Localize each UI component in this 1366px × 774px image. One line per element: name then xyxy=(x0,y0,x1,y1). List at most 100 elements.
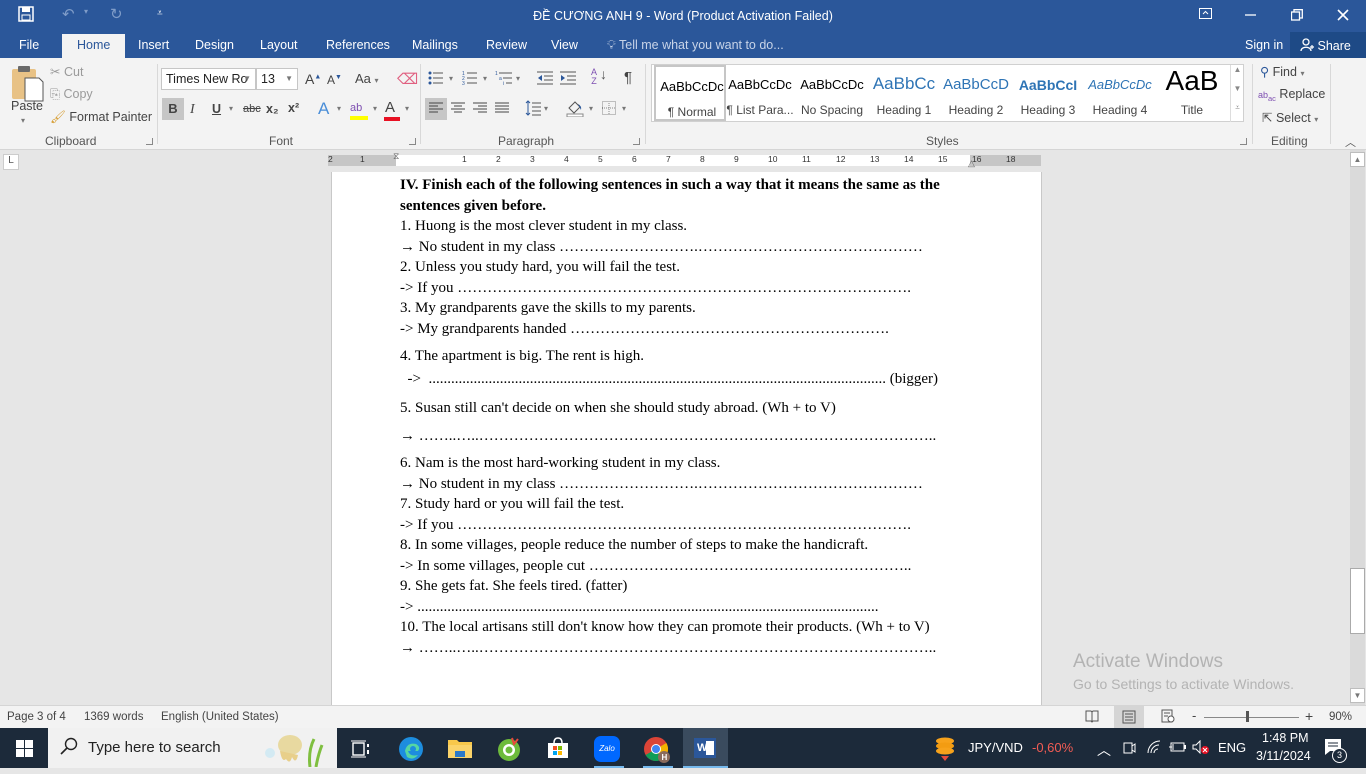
font-size-select[interactable]: 13 ▼ xyxy=(256,68,298,90)
tell-me-box[interactable]: 💡︎ Tell me what you want to do... xyxy=(607,38,784,53)
tab-selector[interactable]: L xyxy=(3,154,19,170)
scroll-down-icon[interactable]: ▼ xyxy=(1350,688,1365,703)
paste-dropdown-icon[interactable]: ▾ xyxy=(21,116,25,125)
tab-design[interactable]: Design xyxy=(195,38,234,52)
italic-button[interactable]: I xyxy=(190,102,195,118)
edge-icon[interactable] xyxy=(398,736,424,762)
document-body[interactable]: IV. Finish each of the following sentenc… xyxy=(400,175,1000,658)
ribbon-display-options-icon[interactable] xyxy=(1190,5,1220,23)
clock-date[interactable]: 3/11/2024 xyxy=(1256,749,1311,763)
shrink-font-button[interactable]: A▼ xyxy=(327,73,342,87)
restore-button[interactable] xyxy=(1282,5,1312,25)
wifi-icon[interactable] xyxy=(1146,740,1162,757)
horizontal-ruler[interactable]: 2 1 1 2 3 4 5 6 7 8 9 10 11 12 13 14 15 16 18 xyxy=(328,154,1041,166)
taskbar-search[interactable]: Type here to search xyxy=(48,728,337,768)
first-line-indent-marker[interactable]: ⧖ xyxy=(393,151,399,162)
zoom-out-button[interactable]: - xyxy=(1192,708,1196,723)
underline-dropdown-icon[interactable]: ▾ xyxy=(229,104,233,113)
subscript-button[interactable]: x₂ xyxy=(266,102,279,116)
superscript-button[interactable]: x² xyxy=(288,101,299,115)
borders-icon[interactable] xyxy=(602,101,616,118)
font-color-dropdown-icon[interactable]: ▾ xyxy=(405,104,409,113)
microsoft-store-icon[interactable] xyxy=(545,736,571,762)
format-painter-button[interactable]: 🖌︎ Format Painter xyxy=(50,110,152,125)
tab-home[interactable]: Home xyxy=(62,34,126,58)
language-indicator[interactable]: English (United States) xyxy=(161,711,279,723)
read-mode-icon[interactable] xyxy=(1085,709,1099,726)
tab-file[interactable]: File xyxy=(19,38,39,52)
coc-coc-browser-icon[interactable] xyxy=(496,736,522,762)
bold-button[interactable]: B xyxy=(162,98,184,120)
multilevel-dropdown-icon[interactable]: ▾ xyxy=(516,74,520,83)
tab-insert[interactable]: Insert xyxy=(138,38,169,52)
align-right-icon[interactable] xyxy=(473,101,487,118)
minimize-button[interactable] xyxy=(1235,5,1265,24)
task-view-icon[interactable] xyxy=(348,736,374,762)
shading-dropdown-icon[interactable]: ▾ xyxy=(589,104,593,113)
text-effects-dropdown-icon[interactable]: ▾ xyxy=(337,104,341,113)
select-button[interactable]: ⇱ Select ▾ xyxy=(1262,110,1318,125)
style-list-paragraph[interactable]: AaBbCcDc ¶ List Para... xyxy=(724,65,796,121)
currency-widget-icon[interactable] xyxy=(934,736,956,765)
find-button[interactable]: ⚲ Find ▾ xyxy=(1260,64,1304,79)
scrollbar-thumb[interactable] xyxy=(1350,568,1365,634)
replace-button[interactable]: abac Replace xyxy=(1258,87,1325,103)
collapse-ribbon-icon[interactable]: ︿ xyxy=(1345,134,1356,150)
numbering-icon[interactable]: 123 xyxy=(462,70,478,89)
line-spacing-dropdown-icon[interactable]: ▾ xyxy=(544,104,548,113)
style-title[interactable]: AaB Title xyxy=(1156,65,1228,121)
paste-button[interactable]: Paste xyxy=(11,99,43,113)
show-formatting-marks-button[interactable]: ¶ xyxy=(624,69,632,86)
battery-icon[interactable] xyxy=(1169,740,1187,757)
currency-pair[interactable]: JPY/VND xyxy=(968,740,1023,755)
show-hidden-icons-chevron-icon[interactable]: ︿ xyxy=(1097,740,1111,760)
decrease-indent-icon[interactable] xyxy=(537,70,553,89)
justify-icon[interactable] xyxy=(495,101,509,118)
style-heading-2[interactable]: AaBbCcD Heading 2 xyxy=(940,65,1012,121)
vertical-scrollbar[interactable]: ▲ ▼ xyxy=(1349,150,1366,705)
scroll-up-icon[interactable]: ▲ xyxy=(1350,152,1365,167)
style-heading-1[interactable]: AaBbCc Heading 1 xyxy=(868,65,940,121)
cut-button[interactable]: ✂ Cut xyxy=(50,64,83,79)
zoom-in-button[interactable]: + xyxy=(1305,708,1313,724)
styles-scroll-up-icon[interactable]: ▲ xyxy=(1230,65,1244,84)
style-heading-3[interactable]: AaBbCcI Heading 3 xyxy=(1012,65,1084,121)
zoom-slider[interactable] xyxy=(1204,717,1299,718)
file-explorer-icon[interactable] xyxy=(447,736,473,762)
paragraph-dialog-launcher[interactable] xyxy=(633,138,640,145)
borders-dropdown-icon[interactable]: ▾ xyxy=(622,104,626,113)
multilevel-list-icon[interactable]: 1ai xyxy=(495,70,513,89)
styles-scroll-down-icon[interactable]: ▼ xyxy=(1230,84,1244,103)
style-heading-4[interactable]: AaBbCcDc Heading 4 xyxy=(1084,65,1156,121)
volume-muted-icon[interactable] xyxy=(1192,739,1210,757)
clear-formatting-icon[interactable]: ⌫ xyxy=(397,70,418,88)
close-button[interactable] xyxy=(1328,5,1358,25)
align-left-icon[interactable] xyxy=(425,98,447,120)
chrome-icon[interactable]: H xyxy=(643,736,670,763)
page-indicator[interactable]: Page 3 of 4 xyxy=(7,711,66,723)
bullets-dropdown-icon[interactable]: ▾ xyxy=(449,74,453,83)
text-effects-icon[interactable]: A xyxy=(318,99,329,119)
clock-time[interactable]: 1:48 PM xyxy=(1262,731,1309,745)
font-dialog-launcher[interactable] xyxy=(409,138,416,145)
zoom-slider-thumb[interactable] xyxy=(1246,711,1249,722)
windows-start-icon[interactable] xyxy=(16,740,33,760)
currency-change[interactable]: -0,60% xyxy=(1032,740,1073,755)
zoom-level[interactable]: 90% xyxy=(1329,711,1352,723)
print-layout-icon[interactable] xyxy=(1114,706,1144,728)
align-center-icon[interactable] xyxy=(451,101,465,118)
copy-button[interactable]: ⎘ Copy xyxy=(50,87,93,102)
shading-icon[interactable] xyxy=(566,99,584,120)
tab-review[interactable]: Review xyxy=(486,38,527,52)
styles-more-icon[interactable]: ⩡ xyxy=(1230,103,1244,122)
sign-in-link[interactable]: Sign in xyxy=(1245,38,1283,52)
zalo-icon[interactable]: Zalo xyxy=(594,736,620,762)
meet-now-icon[interactable] xyxy=(1122,740,1136,759)
highlight-dropdown-icon[interactable]: ▾ xyxy=(373,104,377,113)
underline-button[interactable]: U xyxy=(212,102,221,116)
font-name-select[interactable]: Times New Ro ▼ xyxy=(161,68,256,90)
bullets-icon[interactable] xyxy=(428,70,444,89)
clipboard-dialog-launcher[interactable] xyxy=(146,138,153,145)
share-button[interactable]: Share xyxy=(1290,32,1366,58)
numbering-dropdown-icon[interactable]: ▾ xyxy=(483,74,487,83)
